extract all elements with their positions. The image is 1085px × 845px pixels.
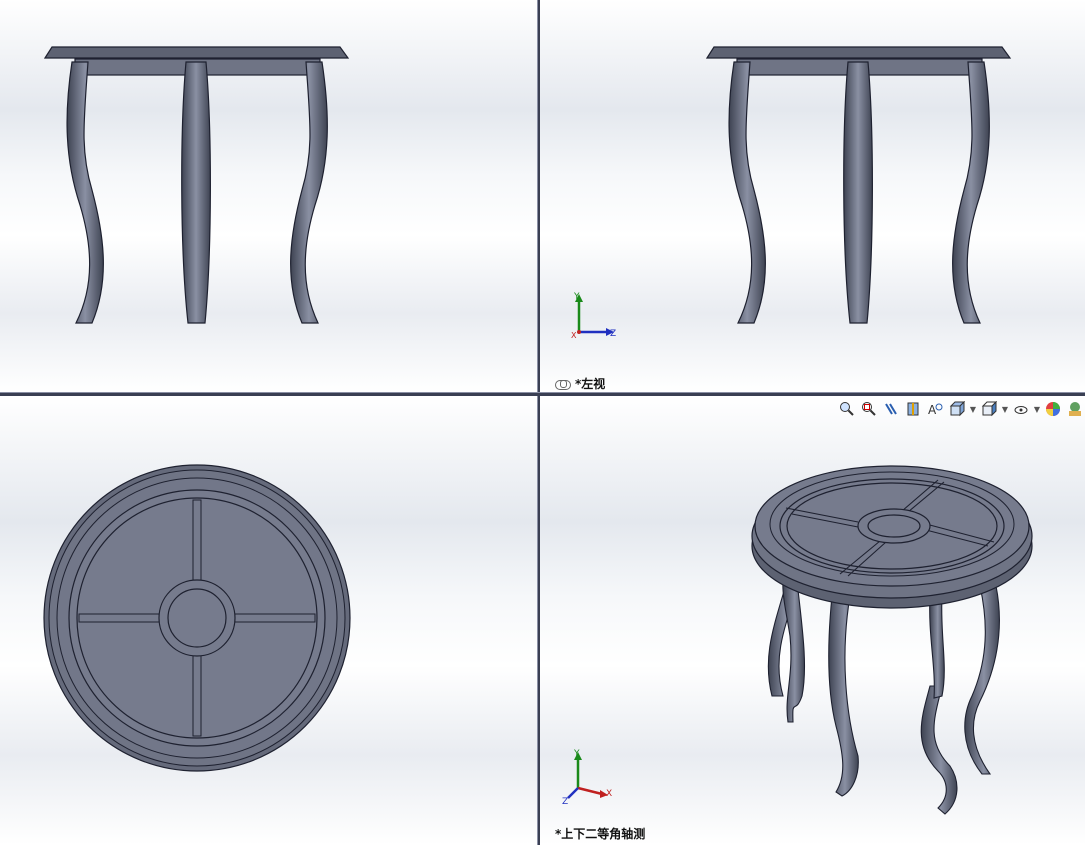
triad-z-label: Z [562, 797, 568, 806]
viewport-front[interactable] [0, 0, 537, 392]
table-front-view [43, 46, 350, 324]
view-name-label: *左视 [555, 375, 605, 392]
viewport-top-view[interactable] [0, 396, 537, 845]
coordinate-triad-iso: Y X Z [562, 749, 612, 806]
link-views-icon[interactable] [555, 379, 571, 390]
viewport-trimetric[interactable]: A ▼ ▼ ▼ Y X Z *上下二等角轴测 [540, 396, 1085, 845]
coordinate-triad: Y Z X [571, 292, 616, 340]
triad-y-label: Y [573, 749, 580, 759]
horizontal-viewport-splitter[interactable] [0, 392, 1085, 396]
table-left-view [705, 46, 1012, 324]
triad-y-label: Y [573, 292, 580, 302]
triad-x-label: X [571, 331, 577, 340]
triad-x-label: X [606, 789, 612, 799]
viewport-left-view[interactable]: Y Z X *左视 [540, 0, 1085, 392]
view-name-text: *左视 [575, 377, 606, 391]
vertical-viewport-splitter[interactable] [537, 0, 540, 845]
table-top-view [43, 464, 351, 772]
table-isometric-view [751, 465, 1033, 815]
view-name-label: *上下二等角轴测 [555, 827, 646, 841]
triad-z-label: Z [610, 329, 616, 339]
